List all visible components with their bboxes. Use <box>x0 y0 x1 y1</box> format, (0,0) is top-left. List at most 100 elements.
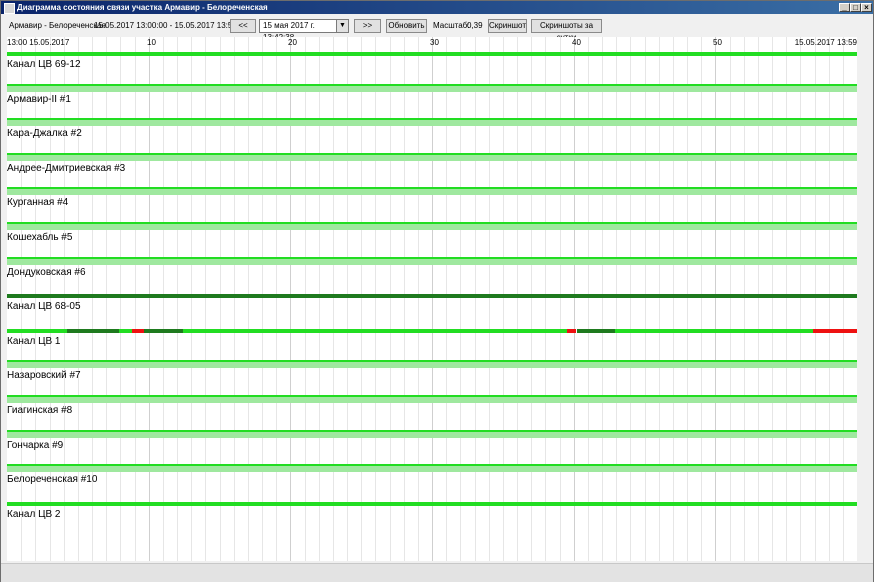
axis-tick-label: 50 <box>713 38 722 47</box>
grid-line-major <box>715 37 716 561</box>
grid-line-minor <box>177 37 178 561</box>
grid-line-minor <box>205 37 206 561</box>
grid-line-minor <box>772 37 773 561</box>
grid-line-minor <box>786 37 787 561</box>
grid-line-minor <box>531 37 532 561</box>
channel-segment-ok <box>7 501 857 506</box>
grid-line-minor <box>659 37 660 561</box>
station-segment-ok <box>7 152 857 161</box>
datetime-picker[interactable]: 15 мая 2017 г. 13:42:38 ▼ <box>259 19 349 42</box>
minimize-button[interactable]: _ <box>839 3 850 12</box>
lane-label: Канал ЦВ 69-12 <box>7 59 81 70</box>
section-name: Армавир - Белореченская <box>9 21 106 30</box>
lane-label: Белореченская #10 <box>7 474 98 486</box>
prev-button[interactable]: << <box>230 19 256 33</box>
grid-line-minor <box>687 37 688 561</box>
grid-line-minor <box>588 37 589 561</box>
grid-line-minor <box>560 37 561 561</box>
channel-segment-dark <box>66 328 119 333</box>
axis-tick-label: 40 <box>572 38 581 47</box>
grid-line-minor <box>276 37 277 561</box>
grid-line-minor <box>191 37 192 561</box>
grid-line-minor <box>106 37 107 561</box>
channel-segment-ok <box>182 328 567 333</box>
maximize-button[interactable]: □ <box>850 3 861 12</box>
grid-line-minor <box>347 37 348 561</box>
channel-segment-fail <box>566 328 577 333</box>
close-button[interactable]: × <box>861 3 872 12</box>
channel-segment-fail <box>131 328 145 333</box>
grid-line-minor <box>730 37 731 561</box>
grid-line-minor <box>120 37 121 561</box>
app-icon <box>4 3 15 14</box>
grid-line-minor <box>446 37 447 561</box>
station-segment-ok <box>7 187 857 196</box>
lane-label: Кара-Джалка #2 <box>7 128 82 140</box>
lane-label: Канал ЦВ 2 <box>7 508 61 520</box>
grid-line-minor <box>135 37 136 561</box>
grid-line-major <box>432 37 433 561</box>
lane-label: Канал ЦВ 1 <box>7 335 61 347</box>
grid-line-minor <box>829 37 830 561</box>
axis-tick-label: 30 <box>430 38 439 47</box>
grid-line-minor <box>616 37 617 561</box>
channel-segment-ok <box>7 52 857 56</box>
timeline-diagram[interactable]: 13:00 15.05.2017 15.05.2017 13:59 10 20 30… <box>7 37 857 561</box>
grid-line-minor <box>800 37 801 561</box>
scale-label: Масштаб: <box>433 21 470 30</box>
grid-line-minor <box>163 37 164 561</box>
toolbar: Армавир - Белореченская 15.05.2017 13:00… <box>1 15 873 42</box>
scale-value: 0,39 <box>467 21 483 30</box>
time-range: 15.05.2017 13:00:00 - 15.05.2017 13:59:5… <box>94 21 248 30</box>
grid-line-minor <box>545 37 546 561</box>
grid-line-minor <box>234 37 235 561</box>
axis-tick-label: 20 <box>288 38 297 47</box>
grid-line-minor <box>673 37 674 561</box>
grid-line-minor <box>701 37 702 561</box>
next-button[interactable]: >> <box>354 19 381 33</box>
lane-label: Гиагинская #8 <box>7 405 73 416</box>
grid-line-minor <box>602 37 603 561</box>
channel-segment-fail <box>813 328 857 333</box>
grid-line-major <box>290 37 291 561</box>
title-bar: Диаграмма состояния связи участка Армави… <box>1 1 873 14</box>
station-segment-ok <box>7 83 857 92</box>
grid-line-minor <box>460 37 461 561</box>
grid-line-major <box>574 37 575 561</box>
channel-segment-ok <box>614 328 814 333</box>
lane-label: Курганная #4 <box>7 197 69 209</box>
grid-line-minor <box>645 37 646 561</box>
lane-label: Назаровский #7 <box>7 370 81 382</box>
grid-line-minor <box>361 37 362 561</box>
channel-segment-dark <box>144 328 183 333</box>
screenshot-button[interactable]: Скриншот <box>488 19 527 33</box>
station-segment-ok <box>7 464 857 473</box>
station-segment-ok <box>7 222 857 230</box>
grid-line-minor <box>262 37 263 561</box>
lane-label: Армавир-II #1 <box>7 93 71 105</box>
grid-line-minor <box>744 37 745 561</box>
grid-line-minor <box>220 37 221 561</box>
grid-line-minor <box>758 37 759 561</box>
status-bar <box>1 563 873 582</box>
station-segment-ok <box>7 395 857 403</box>
chevron-down-icon[interactable]: ▼ <box>336 20 348 32</box>
day-screenshots-button[interactable]: Скриншоты за сутки <box>531 19 602 42</box>
lane-label: Андрее-Дмитриевская #3 <box>7 162 126 174</box>
channel-segment-ok <box>118 328 132 333</box>
lane-label: Канал ЦВ 68-05 <box>7 301 81 313</box>
refresh-button[interactable]: Обновить <box>386 19 427 33</box>
grid-line-major <box>149 37 150 561</box>
grid-line-minor <box>375 37 376 561</box>
app-window: Диаграмма состояния связи участка Армави… <box>0 0 874 582</box>
lane-label: Кошехабль #5 <box>7 232 73 243</box>
window-title: Диаграмма состояния связи участка Армави… <box>17 3 268 12</box>
grid-line-minor <box>333 37 334 561</box>
grid-line-minor <box>404 37 405 561</box>
grid-line-minor <box>503 37 504 561</box>
axis-end-label: 15.05.2017 13:59 <box>794 38 857 47</box>
grid-line-minor <box>843 37 844 561</box>
grid-line-minor <box>517 37 518 561</box>
lane-label: Дондуковская #6 <box>7 266 86 278</box>
grid-line-minor <box>319 37 320 561</box>
